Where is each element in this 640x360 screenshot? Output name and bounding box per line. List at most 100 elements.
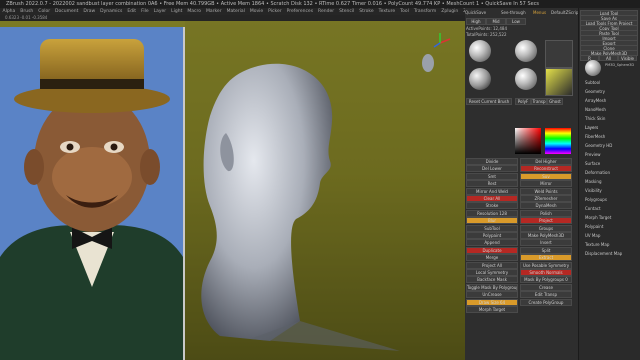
brush-move-icon[interactable] bbox=[469, 40, 491, 62]
default-zscript-button[interactable]: DefaultZScript bbox=[551, 10, 580, 16]
menu-document[interactable]: Document bbox=[55, 9, 78, 14]
tool-button-zremesher[interactable]: ZRemesher bbox=[520, 195, 572, 202]
tool-button-rest[interactable]: Rest bbox=[466, 180, 518, 188]
section-arraymesh[interactable]: ArrayMesh bbox=[579, 96, 640, 105]
section-geometry-hd[interactable]: Geometry HD bbox=[579, 141, 640, 150]
section-polypaint[interactable]: Polypaint bbox=[579, 222, 640, 231]
tool-button-local-symmetry[interactable]: Local Symmetry bbox=[466, 269, 518, 276]
menu-dynamics[interactable]: Dynamics bbox=[100, 9, 122, 14]
menu-stencil[interactable]: Stencil bbox=[339, 9, 354, 14]
menu-render[interactable]: Render bbox=[318, 9, 334, 14]
tool-button-smooth-normals[interactable]: Smooth Normals bbox=[520, 269, 572, 276]
tool-button-polypaint[interactable]: Polypaint bbox=[466, 232, 518, 239]
texture-thumbnail[interactable] bbox=[545, 68, 573, 96]
section-thick-skin[interactable]: Thick Skin bbox=[579, 114, 640, 123]
tool-button-insert[interactable]: Insert bbox=[520, 239, 572, 247]
section-nanomesh[interactable]: NanoMesh bbox=[579, 105, 640, 114]
tool-visible-button[interactable]: Visible bbox=[618, 55, 637, 61]
tool-button-backface-mask[interactable]: Backface Mask bbox=[466, 276, 518, 284]
ghost-button[interactable]: Ghost bbox=[547, 98, 563, 105]
menu-color[interactable]: Color bbox=[38, 9, 50, 14]
brush-smooth-icon[interactable] bbox=[469, 68, 491, 90]
tool-button-create-polygroup[interactable]: Create PolyGroup bbox=[520, 298, 572, 306]
section-preview[interactable]: Preview bbox=[579, 150, 640, 159]
polyf-button[interactable]: PolyF bbox=[515, 98, 531, 105]
section-morph-target[interactable]: Morph Target bbox=[579, 213, 640, 222]
section-contact[interactable]: Contact bbox=[579, 204, 640, 213]
tool-button-crease[interactable]: Crease bbox=[520, 283, 572, 291]
tab-low[interactable]: Low bbox=[506, 18, 526, 25]
tool-button-project[interactable]: Project bbox=[520, 217, 572, 225]
menu-file[interactable]: File bbox=[141, 9, 149, 14]
section-displacement-map[interactable]: Displacement Map bbox=[579, 249, 640, 258]
alpha-thumbnail[interactable] bbox=[545, 40, 573, 68]
menus-toggle[interactable]: Menus bbox=[533, 10, 546, 16]
menu-layer[interactable]: Layer bbox=[154, 9, 167, 14]
section-texture-map[interactable]: Texture Map bbox=[579, 240, 640, 249]
section-visibility[interactable]: Visibility bbox=[579, 186, 640, 195]
transp-button[interactable]: Transp bbox=[531, 98, 547, 105]
tool-button-reconstruct[interactable]: Reconstruct bbox=[520, 165, 572, 173]
tool-button-stroke[interactable]: Stroke bbox=[466, 202, 518, 210]
tool-button-del-lower[interactable]: Del Lower bbox=[466, 165, 518, 173]
tool-button-merge[interactable]: Merge bbox=[466, 254, 518, 262]
menu-brush[interactable]: Brush bbox=[20, 9, 33, 14]
tool-button-mirror[interactable]: Mirror bbox=[520, 180, 572, 188]
tool-button-extract[interactable]: Extract bbox=[520, 254, 572, 262]
tool-button-mask-by-polygroups-0[interactable]: Mask By Polygroups 0 bbox=[520, 276, 572, 284]
tool-button-toggle-mask-by-polygroups[interactable]: Toggle Mask By Polygroups bbox=[466, 283, 518, 291]
section-subtool[interactable]: Subtool bbox=[579, 78, 640, 87]
tab-high[interactable]: High bbox=[466, 18, 486, 25]
tool-button-clear-all[interactable]: Clear All bbox=[466, 195, 518, 202]
tool-button-mirror-and-weld[interactable]: Mirror And Weld bbox=[466, 187, 518, 195]
menu-draw[interactable]: Draw bbox=[83, 9, 95, 14]
menu-zplugin[interactable]: Zplugin bbox=[441, 9, 458, 14]
tab-mid[interactable]: Mid bbox=[486, 18, 506, 25]
section-fibermesh[interactable]: FiberMesh bbox=[579, 132, 640, 141]
tool-all-button[interactable]: All bbox=[599, 55, 618, 61]
menu-stroke[interactable]: Stroke bbox=[359, 9, 373, 14]
tool-button-polish[interactable]: Polish bbox=[520, 209, 572, 217]
menu-movie[interactable]: Movie bbox=[250, 9, 263, 14]
menu-edit[interactable]: Edit bbox=[127, 9, 136, 14]
see-through-slider[interactable]: See-through bbox=[501, 10, 526, 16]
tool-button-uncrease[interactable]: UnCrease bbox=[466, 291, 518, 299]
tool-button-divide[interactable]: Divide bbox=[466, 158, 518, 165]
tool-button-duplicate[interactable]: Duplicate bbox=[466, 246, 518, 254]
tool-button-smt[interactable]: Smt bbox=[466, 172, 518, 180]
menu-tool[interactable]: Tool bbox=[400, 9, 409, 14]
menu-alpha[interactable]: Alpha bbox=[3, 9, 16, 14]
tool-button-suv[interactable]: Suv bbox=[520, 172, 572, 180]
tool-button-resolution-128[interactable]: Resolution 128 bbox=[466, 209, 518, 217]
tool-button-split[interactable]: Split bbox=[520, 246, 572, 254]
tool-button-dynamesh[interactable]: DynaMesh bbox=[520, 202, 572, 210]
tool-button-append[interactable]: Append bbox=[466, 239, 518, 247]
menu-picker[interactable]: Picker bbox=[268, 9, 281, 14]
tool-button-draw-size-64[interactable]: Draw Size 64 bbox=[466, 298, 518, 306]
menu-light[interactable]: Light bbox=[171, 9, 182, 14]
tool-button-blur[interactable]: Blur bbox=[466, 217, 518, 225]
quicksave-button[interactable]: QuickSave bbox=[465, 10, 486, 16]
tool-button-weld-points[interactable]: Weld Points bbox=[520, 187, 572, 195]
menu-texture[interactable]: Texture bbox=[379, 9, 395, 14]
menu-material[interactable]: Material bbox=[227, 9, 245, 14]
menu-preferences[interactable]: Preferences bbox=[287, 9, 313, 14]
section-surface[interactable]: Surface bbox=[579, 159, 640, 168]
tool-button-edit-transp[interactable]: Edit Transp bbox=[520, 291, 572, 299]
menu-marker[interactable]: Marker bbox=[206, 9, 222, 14]
hue-strip[interactable] bbox=[545, 128, 571, 154]
color-picker[interactable] bbox=[515, 128, 541, 154]
tool-button-del-higher[interactable]: Del Higher bbox=[520, 158, 572, 165]
tool-sphere-icon[interactable] bbox=[585, 60, 601, 76]
tool-button-project-all[interactable]: Project All bbox=[466, 261, 518, 269]
tool-button-use-posable-symmetry[interactable]: Use Posable Symmetry bbox=[520, 261, 572, 269]
section-geometry[interactable]: Geometry bbox=[579, 87, 640, 96]
brush-standard-icon[interactable] bbox=[515, 40, 537, 62]
reset-brush-button[interactable]: Reset Current Brush bbox=[466, 98, 512, 105]
material-sphere-icon[interactable] bbox=[515, 68, 537, 90]
section-masking[interactable]: Masking bbox=[579, 177, 640, 186]
menu-transform[interactable]: Transform bbox=[414, 9, 436, 14]
menu-macro[interactable]: Macro bbox=[187, 9, 201, 14]
section-polygroups[interactable]: Polygroups bbox=[579, 195, 640, 204]
section-uv-map[interactable]: UV Map bbox=[579, 231, 640, 240]
